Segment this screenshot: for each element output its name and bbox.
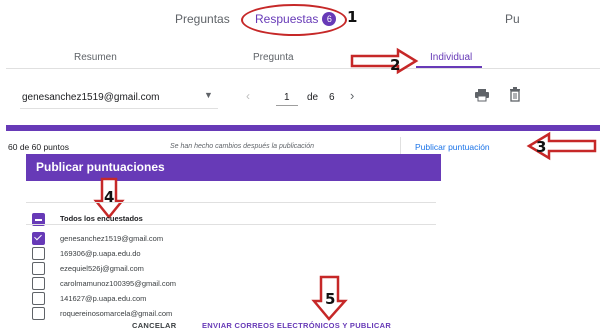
dialog-divider [26, 224, 436, 225]
subtab-resumen[interactable]: Resumen [74, 52, 117, 63]
annotation-arrow-2 [350, 47, 419, 75]
select-underline [20, 108, 218, 109]
vertical-divider [400, 137, 401, 155]
dialog-header: Publicar puntuaciones [26, 154, 441, 181]
tab-preguntas[interactable]: Preguntas [175, 12, 230, 26]
trash-icon[interactable] [509, 87, 521, 102]
annotation-number-1: 1 [347, 8, 358, 26]
respondent-email: carolmamunoz100395@gmail.com [60, 279, 177, 288]
form-accent-bar [6, 125, 600, 131]
select-all-label: Todos los encuestados [60, 214, 143, 223]
annotation-number-5: 5 [325, 290, 336, 308]
changes-notice: Se han hecho cambios después la publicac… [170, 143, 314, 150]
annotation-number-3: 3 [536, 138, 547, 156]
respondent-email: roquereinosomarcela@gmail.com [60, 309, 173, 318]
respondent-email: genesanchez1519@gmail.com [22, 92, 160, 103]
publish-score-button[interactable]: Publicar puntuación [415, 142, 490, 152]
respondent-email: ezequiel526j@gmail.com [60, 264, 144, 273]
print-icon[interactable] [474, 88, 490, 102]
chevron-down-icon[interactable]: ▼ [204, 90, 213, 100]
page-input[interactable]: 1 [284, 92, 290, 103]
respondent-checkbox[interactable] [32, 307, 45, 320]
dialog-title: Publicar puntuaciones [36, 160, 165, 174]
subtab-individual[interactable]: Individual [430, 52, 472, 63]
respondent-checkbox[interactable] [32, 292, 45, 305]
send-and-publish-button[interactable]: ENVIAR CORREOS ELECTRÓNICOS Y PUBLICAR [202, 321, 391, 330]
annotation-circle [241, 4, 347, 36]
score-points: 60 de 60 puntos [8, 142, 69, 152]
chevron-right-icon[interactable]: › [350, 88, 354, 103]
dialog-divider-top [26, 202, 436, 203]
divider [6, 68, 600, 69]
respondent-checkbox[interactable] [32, 277, 45, 290]
annotation-number-4: 4 [104, 188, 115, 206]
respondent-email: 169306@p.uapa.edu.do [60, 249, 141, 258]
respondent-email: 141627@p.uapa.edu.com [60, 294, 147, 303]
respondent-checkbox[interactable] [32, 232, 45, 245]
cancel-button[interactable]: CANCELAR [132, 321, 176, 330]
subtab-pregunta[interactable]: Pregunta [253, 52, 294, 63]
chevron-left-icon[interactable]: ‹ [246, 89, 250, 103]
tab-truncated[interactable]: Pu [505, 12, 520, 26]
annotation-number-2: 2 [390, 56, 401, 74]
page-input-underline [276, 105, 298, 106]
page-total: 6 [329, 92, 335, 103]
respondent-checkbox[interactable] [32, 247, 45, 260]
respondent-email: genesanchez1519@gmail.com [60, 234, 164, 243]
page-of-label: de [307, 92, 319, 103]
respondent-checkbox[interactable] [32, 262, 45, 275]
respondent-select[interactable]: genesanchez1519@gmail.com [22, 92, 159, 103]
